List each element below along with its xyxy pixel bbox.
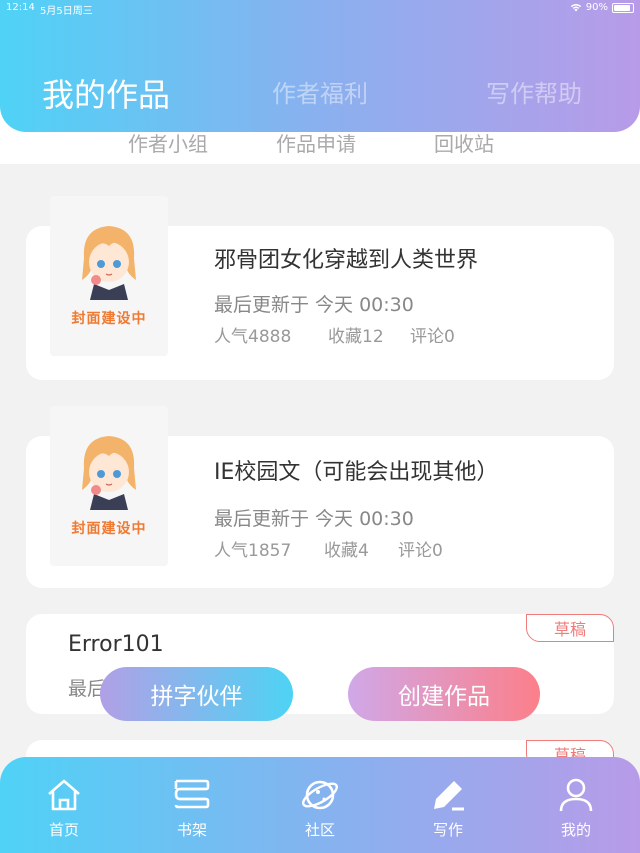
work-comments: 评论0	[410, 327, 455, 347]
work-popularity: 人气4888	[214, 327, 292, 347]
nav-label: 首页	[48, 821, 79, 839]
work-favorites: 收藏12	[328, 327, 384, 347]
bookshelf-icon	[174, 779, 210, 809]
main-tabs: 我的作品 作者福利 写作帮助	[0, 74, 640, 118]
work-title[interactable]: Error101	[68, 632, 164, 657]
nav-writing[interactable]: 写作	[408, 757, 488, 853]
battery-icon	[612, 2, 634, 13]
cover-label: 封面建设中	[71, 311, 147, 327]
tab-author-benefits[interactable]: 作者福利	[272, 74, 368, 109]
status-bar: 12:14 5月5日周三 90%	[0, 0, 640, 18]
work-updated: 最后更新于 今天 00:30	[214, 294, 414, 316]
draft-badge: 草稿	[526, 614, 614, 642]
work-card[interactable]: 封面建设中 IE校园文（可能会出现其他） 最后更新于 今天 00:30 人气18…	[26, 406, 614, 588]
writing-partner-button[interactable]: 拼字伙伴	[100, 667, 293, 721]
work-favorites: 收藏4	[324, 541, 369, 561]
work-comments: 评论0	[398, 541, 443, 561]
work-title[interactable]: IE校园文（可能会出现其他）	[214, 454, 498, 486]
tab-my-works[interactable]: 我的作品	[42, 70, 170, 116]
nav-profile[interactable]: 我的	[536, 757, 616, 853]
nav-label: 我的	[560, 821, 591, 839]
nav-home[interactable]: 首页	[24, 757, 104, 853]
cover-placeholder: 封面建设中	[50, 196, 168, 356]
subtab-recycle-bin[interactable]: 回收站	[434, 128, 494, 157]
mascot-icon	[82, 226, 136, 300]
user-icon	[559, 778, 593, 812]
planet-icon	[301, 780, 339, 810]
work-card[interactable]: 封面建设中 邪骨团女化穿越到人类世界 最后更新于 今天 00:30 人气4888…	[26, 196, 614, 380]
nav-community[interactable]: 社区	[280, 757, 360, 853]
nav-label: 书架	[176, 821, 207, 839]
header: 12:14 5月5日周三 90% 我的作品 作者福利 写作帮助	[0, 0, 640, 132]
subtab-author-group[interactable]: 作者小组	[128, 128, 208, 157]
status-time: 12:14	[6, 2, 35, 13]
status-date: 5月5日周三	[40, 6, 93, 17]
pen-icon	[434, 781, 464, 811]
wifi-icon	[570, 4, 581, 12]
work-title[interactable]: 邪骨团女化穿越到人类世界	[214, 242, 478, 274]
nav-label: 社区	[304, 821, 335, 839]
bottom-nav: 首页 书架 社区 写作 我的	[0, 757, 640, 853]
work-popularity: 人气1857	[214, 541, 292, 561]
home-icon	[48, 779, 80, 811]
tab-writing-help[interactable]: 写作帮助	[486, 74, 582, 109]
status-right: 90%	[570, 2, 634, 13]
subtab-work-application[interactable]: 作品申请	[276, 128, 356, 157]
battery-percent: 90%	[585, 2, 608, 13]
nav-bookshelf[interactable]: 书架	[152, 757, 232, 853]
mascot-icon	[82, 436, 136, 510]
work-updated: 最后更新于 今天 00:30	[214, 508, 414, 530]
cover-placeholder: 封面建设中	[50, 406, 168, 566]
nav-label: 写作	[432, 821, 463, 839]
cover-label: 封面建设中	[71, 521, 147, 537]
create-work-button[interactable]: 创建作品	[348, 667, 540, 721]
